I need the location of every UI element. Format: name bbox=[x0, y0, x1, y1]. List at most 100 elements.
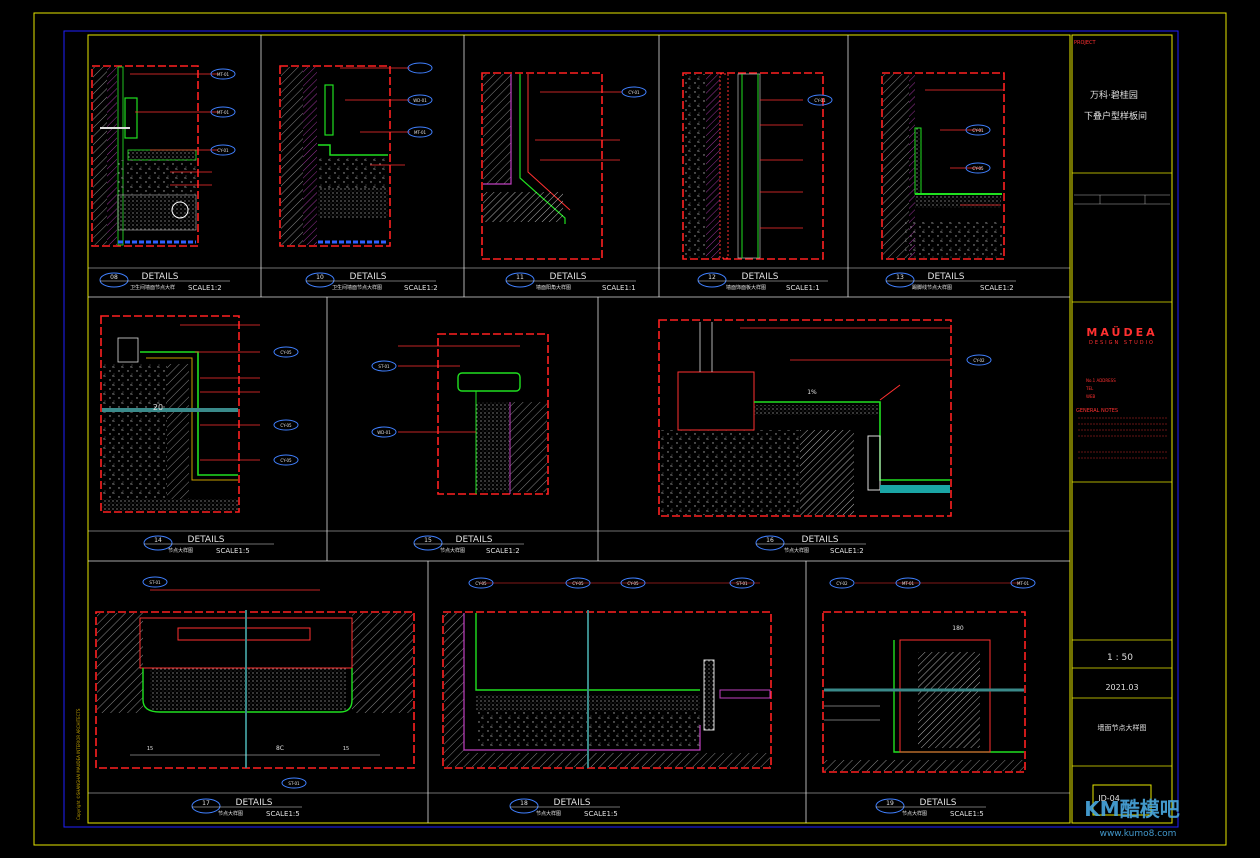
detail-heading: DETAILS bbox=[554, 798, 591, 808]
tag-label: CY-05 bbox=[627, 581, 639, 586]
detail-13-drawing bbox=[881, 72, 1005, 260]
detail-number: 13 bbox=[896, 274, 904, 281]
tag-label: ST-01 bbox=[736, 581, 748, 586]
detail-title-08: 08 DETAILS 卫生间墙面节点大样 SCALE1:2 bbox=[99, 272, 230, 292]
detail-scale: SCALE1:5 bbox=[950, 810, 984, 818]
slope-label: 1% bbox=[807, 389, 817, 396]
detail-title-18: 18 DETAILS 节点大样图 SCALE1:5 bbox=[509, 798, 620, 818]
tag-label: CY-01 bbox=[217, 148, 229, 153]
copyright-text: Copyright ©SHANGHAI MAUDEA INTERIOR ARCH… bbox=[76, 708, 81, 820]
detail-number: 12 bbox=[708, 274, 716, 281]
detail-scale: SCALE1:1 bbox=[786, 284, 820, 292]
tag-label: CY-01 bbox=[972, 128, 984, 133]
tag-label: CY-05 bbox=[972, 166, 984, 171]
tag-label: WD-01 bbox=[413, 98, 427, 103]
detail-scale: SCALE1:2 bbox=[188, 284, 222, 292]
watermark-url: www.kumo8.com bbox=[1100, 829, 1177, 839]
tag-label: MT-01 bbox=[1017, 581, 1030, 586]
tag-label: ST-01 bbox=[149, 580, 161, 585]
detail-scale: SCALE1:5 bbox=[584, 810, 618, 818]
detail-subtitle: 节点大样图 bbox=[168, 547, 193, 554]
detail-number: 11 bbox=[516, 274, 524, 281]
detail-18-drawing bbox=[442, 577, 772, 769]
detail-heading: DETAILS bbox=[742, 272, 779, 282]
detail-heading: DETAILS bbox=[188, 535, 225, 545]
detail-subtitle: 节点大样图 bbox=[440, 547, 465, 554]
tag-label: CY-02 bbox=[836, 581, 848, 586]
detail-19-drawing bbox=[822, 577, 1036, 773]
detail-08-drawing bbox=[91, 65, 236, 247]
detail-title-19: 19 DETAILS 节点大样图 SCALE1:5 bbox=[875, 798, 986, 818]
detail-title-13: 13 DETAILS 踢脚线节点大样图 SCALE1:2 bbox=[885, 272, 1016, 292]
tag-label: CY-05 bbox=[280, 458, 292, 463]
detail-10-drawing bbox=[279, 62, 433, 247]
detail-subtitle: 节点大样图 bbox=[902, 810, 927, 817]
detail-12-drawing bbox=[682, 72, 833, 260]
detail-subtitle: 踢脚线节点大样图 bbox=[912, 284, 952, 291]
detail-title-14: 14 DETAILS 节点大样图 SCALE1:5 bbox=[143, 535, 274, 555]
tag-label: ST-01 bbox=[378, 364, 390, 369]
svg-text:WEB: WEB bbox=[1086, 394, 1095, 399]
detail-subtitle: 卫生间墙面节点大样图 bbox=[332, 284, 382, 291]
detail-number: 10 bbox=[316, 274, 324, 281]
detail-subtitle: 卫生间墙面节点大样 bbox=[130, 284, 175, 291]
company-logo-line2: DESIGN STUDIO bbox=[1089, 340, 1155, 346]
tag-label: WD-01 bbox=[377, 430, 391, 435]
detail-scale: SCALE1:2 bbox=[404, 284, 438, 292]
detail-heading: DETAILS bbox=[456, 535, 493, 545]
detail-subtitle: 节点大样图 bbox=[218, 810, 243, 817]
detail-title-17: 17 DETAILS 节点大样图 SCALE1:5 bbox=[191, 798, 302, 818]
detail-subtitle: 墙面阳角大样图 bbox=[536, 284, 571, 291]
general-notes-label: GENERAL NOTES bbox=[1076, 408, 1118, 414]
detail-14-drawing bbox=[100, 315, 299, 513]
dimension-label: 8C bbox=[276, 745, 284, 752]
project-name-line2: 下叠户型样板间 bbox=[1084, 110, 1147, 122]
company-logo-line1: MAÜDEA bbox=[1086, 325, 1157, 339]
detail-scale: SCALE1:1 bbox=[602, 284, 636, 292]
detail-title-12: 12 DETAILS 墙面饰面板大样图 SCALE1:1 bbox=[697, 272, 828, 292]
detail-number: 18 bbox=[520, 800, 528, 807]
detail-heading: DETAILS bbox=[550, 272, 587, 282]
detail-11-drawing bbox=[481, 72, 647, 260]
detail-heading: DETAILS bbox=[928, 272, 965, 282]
detail-heading: DETAILS bbox=[350, 272, 387, 282]
detail-heading: DETAILS bbox=[236, 798, 273, 808]
tag-label: CY-02 bbox=[973, 358, 985, 363]
svg-text:No.1 ADDRESS: No.1 ADDRESS bbox=[1086, 378, 1116, 383]
detail-heading: DETAILS bbox=[920, 798, 957, 808]
dimension-label: 15 bbox=[147, 746, 153, 752]
detail-heading: DETAILS bbox=[142, 272, 179, 282]
detail-17-drawing bbox=[95, 576, 415, 789]
detail-scale: SCALE1:2 bbox=[830, 547, 864, 555]
tag-label: CY-05 bbox=[475, 581, 487, 586]
detail-title-11: 11 DETAILS 墙面阳角大样图 SCALE1:1 bbox=[505, 272, 636, 292]
tag-label: CY-05 bbox=[572, 581, 584, 586]
title-block: No.1 ADDRESS TEL WEB bbox=[1071, 34, 1173, 824]
scale-value: 1 : 50 bbox=[1107, 653, 1133, 663]
watermark-brand: KM酷模吧 bbox=[1084, 797, 1179, 821]
dimension-label: 180 bbox=[952, 625, 964, 632]
detail-scale: SCALE1:2 bbox=[980, 284, 1014, 292]
detail-number: 15 bbox=[424, 537, 432, 544]
dimension-label: 20 bbox=[153, 403, 163, 412]
detail-16-drawing bbox=[658, 319, 992, 517]
tag-label: CY-01 bbox=[814, 98, 826, 103]
detail-subtitle: 墙面饰面板大样图 bbox=[726, 284, 766, 291]
detail-number: 14 bbox=[154, 537, 162, 544]
detail-title-10: 10 DETAILS 卫生间墙面节点大样图 SCALE1:2 bbox=[305, 272, 438, 292]
detail-title-16: 16 DETAILS 节点大样图 SCALE1:2 bbox=[755, 535, 866, 555]
detail-title-15: 15 DETAILS 节点大样图 SCALE1:2 bbox=[413, 535, 524, 555]
detail-scale: SCALE1:5 bbox=[266, 810, 300, 818]
detail-subtitle: 节点大样图 bbox=[784, 547, 809, 554]
detail-heading: DETAILS bbox=[802, 535, 839, 545]
detail-scale: SCALE1:5 bbox=[216, 547, 250, 555]
detail-number: 17 bbox=[202, 800, 210, 807]
tag-label: MT-01 bbox=[414, 130, 427, 135]
tag-label: MT-01 bbox=[217, 72, 230, 77]
detail-number: 16 bbox=[766, 537, 774, 544]
tag-label: CY-05 bbox=[280, 350, 292, 355]
project-name-line1: 万科·碧桂园 bbox=[1090, 89, 1138, 101]
svg-text:TEL: TEL bbox=[1085, 386, 1094, 391]
cad-drawing-sheet: No.1 ADDRESS TEL WEB PROJECT 万科·碧桂园 下叠户型… bbox=[33, 12, 1227, 846]
detail-number: 19 bbox=[886, 800, 894, 807]
